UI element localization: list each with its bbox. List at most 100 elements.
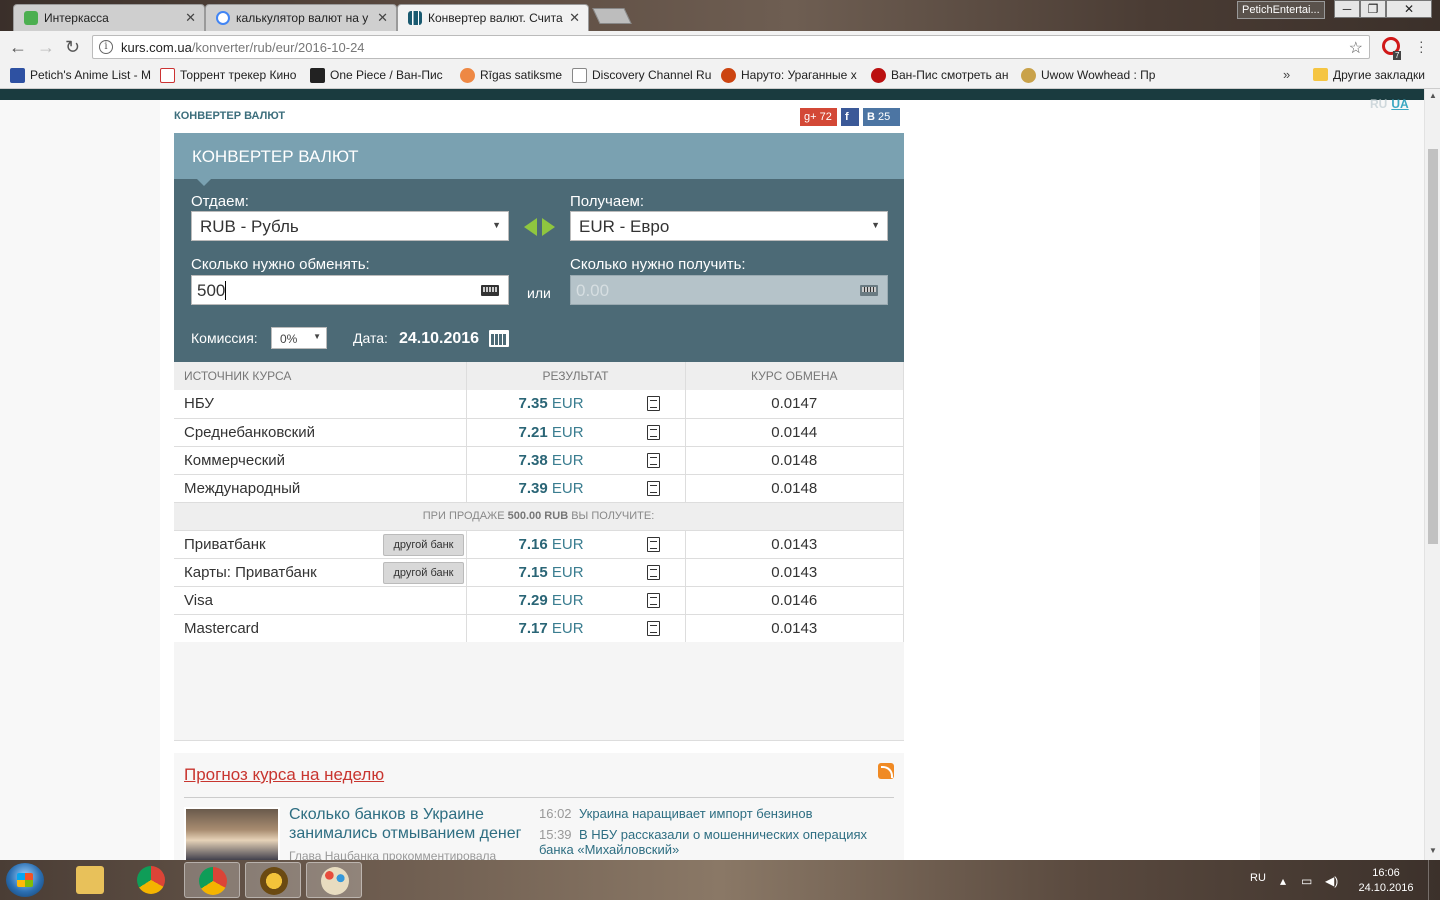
facebook-share-button[interactable]: f — [841, 108, 859, 126]
copy-icon[interactable] — [646, 452, 660, 468]
keyboard-icon[interactable] — [860, 285, 878, 296]
address-bar[interactable]: i kurs.com.ua/konverter/rub/eur/2016-10-… — [92, 35, 1370, 59]
folder-icon — [76, 866, 104, 894]
source-name: Среднебанковский — [174, 418, 467, 447]
minimize-button[interactable]: ─ — [1334, 0, 1360, 18]
reload-icon[interactable]: ↻ — [65, 37, 80, 58]
news-item[interactable]: 15:39 В НБУ рассказали о мошеннических оп… — [539, 827, 899, 857]
bookmarks-more-button[interactable]: » — [1283, 67, 1290, 82]
network-icon[interactable]: ▭ — [1301, 874, 1312, 888]
copy-icon[interactable] — [646, 592, 660, 608]
forward-arrow-icon[interactable]: → — [37, 37, 55, 58]
copy-icon[interactable] — [646, 424, 660, 440]
bank-row: Mastercard 7.17 EUR 0.0143 — [174, 614, 904, 643]
profile-button[interactable]: PetichEntertai... — [1237, 1, 1325, 19]
show-desktop-button[interactable] — [1428, 860, 1440, 900]
close-icon[interactable]: ✕ — [377, 10, 388, 26]
bookmark-item[interactable]: Petich's Anime List - M — [10, 68, 151, 83]
paint-icon — [321, 867, 349, 895]
copy-icon[interactable] — [646, 480, 660, 496]
bookmark-item[interactable]: Наруто: Ураганные х — [721, 68, 857, 83]
other-bank-button[interactable]: другой банк — [383, 561, 464, 584]
gplus-share-button[interactable]: g+ 72 — [800, 108, 837, 126]
taskbar-explorer[interactable] — [62, 862, 118, 898]
tab-google-calculator[interactable]: калькулятор валют на у ✕ — [205, 4, 397, 31]
taskbar-chrome[interactable] — [123, 862, 179, 898]
result-cell: 7.29 EUR — [466, 586, 686, 615]
forecast-link[interactable]: Прогноз курса на неделю — [184, 765, 384, 785]
table-row: Коммерческий 7.38 EUR 0.0148 — [174, 446, 904, 475]
scroll-thumb[interactable] — [1428, 149, 1438, 544]
table-row: Среднебанковский 7.21 EUR 0.0144 — [174, 418, 904, 447]
tab-kurs-converter[interactable]: Конвертер валют. Счита ✕ — [397, 4, 589, 31]
close-icon[interactable]: ✕ — [185, 10, 196, 26]
taskbar-paint[interactable] — [306, 862, 362, 898]
give-currency-select[interactable]: RUB - Рубль ▼ — [191, 211, 509, 241]
news-item[interactable]: 16:02 Украина наращивает импорт бензинов — [539, 806, 899, 821]
converter-title: КОНВЕРТЕР ВАЛЮТ — [174, 133, 904, 179]
maximize-button[interactable]: ❐ — [1360, 0, 1386, 18]
news-thumbnail[interactable] — [184, 807, 280, 860]
browser-toolbar: ← → ↻ i kurs.com.ua/konverter/rub/eur/20… — [0, 31, 1440, 63]
source-name: Mastercard — [174, 614, 467, 643]
swap-currencies-icon[interactable] — [524, 216, 558, 238]
copy-icon[interactable] — [646, 536, 660, 552]
keyboard-icon[interactable] — [481, 285, 499, 296]
amount-give-input[interactable]: 500 — [191, 275, 509, 305]
page-scrollbar[interactable]: ▲ ▼ — [1424, 89, 1440, 860]
menu-dots-icon[interactable]: · · · — [1419, 34, 1424, 58]
scroll-down-arrow-icon[interactable]: ▼ — [1429, 846, 1437, 855]
bookmark-star-icon[interactable]: ☆ — [1349, 38, 1363, 58]
rss-icon[interactable] — [878, 763, 894, 779]
date-value[interactable]: 24.10.2016 — [399, 330, 479, 348]
source-name: Коммерческий — [174, 446, 467, 475]
main-news-link[interactable]: Сколько банков в Украине занимались отмы… — [289, 805, 529, 843]
tray-expand-icon[interactable]: ▴ — [1280, 874, 1286, 888]
copy-icon[interactable] — [646, 396, 660, 411]
header-rate: КУРС ОБМЕНА — [685, 362, 904, 390]
or-label: или — [527, 285, 551, 301]
clock[interactable]: 16:06 24.10.2016 — [1356, 866, 1416, 896]
divider — [184, 797, 894, 798]
back-arrow-icon[interactable]: ← — [9, 37, 27, 58]
amount-receive-input[interactable]: 0.00 — [570, 275, 888, 305]
taskbar-chrome-active[interactable] — [184, 862, 240, 898]
close-icon[interactable]: ✕ — [569, 10, 580, 26]
result-cell: 7.15 EUR — [466, 558, 686, 587]
tab-interkassa[interactable]: Интеркасса ✕ — [13, 4, 205, 31]
source-name: Приватбанк другой банк — [174, 530, 467, 559]
lang-ru[interactable]: RU — [1370, 97, 1387, 111]
taskbar-wow[interactable] — [245, 862, 301, 898]
calendar-icon[interactable] — [489, 330, 509, 347]
language-indicator[interactable]: RU — [1250, 872, 1266, 884]
copy-icon[interactable] — [646, 620, 660, 636]
bookmark-item[interactable]: One Piece / Ван-Пис — [310, 68, 443, 83]
bookmark-item[interactable]: Торрент трекер Кино — [160, 68, 296, 83]
result-cell: 7.39 EUR — [466, 474, 686, 503]
give-label: Отдаем: — [191, 193, 249, 210]
other-bookmarks-folder[interactable]: Другие закладки — [1313, 68, 1425, 82]
bookmark-item[interactable]: Uwow Wowhead : Пр — [1021, 68, 1155, 83]
bookmark-item[interactable]: Ван-Пис смотреть ан — [871, 68, 1008, 83]
bookmark-item[interactable]: Discovery Channel Ru — [572, 68, 711, 83]
vk-share-button[interactable]: B 25 — [863, 108, 900, 126]
copy-icon[interactable] — [646, 564, 660, 580]
main-news-subtitle: Глава Нацбанка прокомментировала — [289, 849, 497, 860]
info-icon[interactable]: i — [99, 40, 113, 54]
other-bank-button[interactable]: другой банк — [383, 533, 464, 556]
receive-currency-select[interactable]: EUR - Евро ▼ — [570, 211, 888, 241]
torrent-icon — [160, 68, 175, 83]
kurs-icon — [408, 11, 422, 25]
scroll-up-arrow-icon[interactable]: ▲ — [1429, 91, 1437, 100]
commission-select[interactable]: 0% ▼ — [271, 327, 327, 349]
new-tab-button[interactable] — [592, 8, 632, 24]
start-button[interactable] — [6, 863, 44, 897]
volume-icon[interactable]: ◀) — [1325, 874, 1338, 888]
url-text[interactable]: kurs.com.ua/konverter/rub/eur/2016-10-24 — [121, 40, 365, 55]
table-header: ИСТОЧНИК КУРСА РЕЗУЛЬТАТ КУРС ОБМЕНА — [174, 362, 904, 390]
close-window-button[interactable]: ✕ — [1386, 0, 1432, 18]
bank-row: Visa 7.29 EUR 0.0146 — [174, 586, 904, 615]
lang-ua[interactable]: UA — [1391, 97, 1408, 111]
bookmark-item[interactable]: Rīgas satiksme — [460, 68, 562, 83]
result-cell: 7.21 EUR — [466, 418, 686, 447]
